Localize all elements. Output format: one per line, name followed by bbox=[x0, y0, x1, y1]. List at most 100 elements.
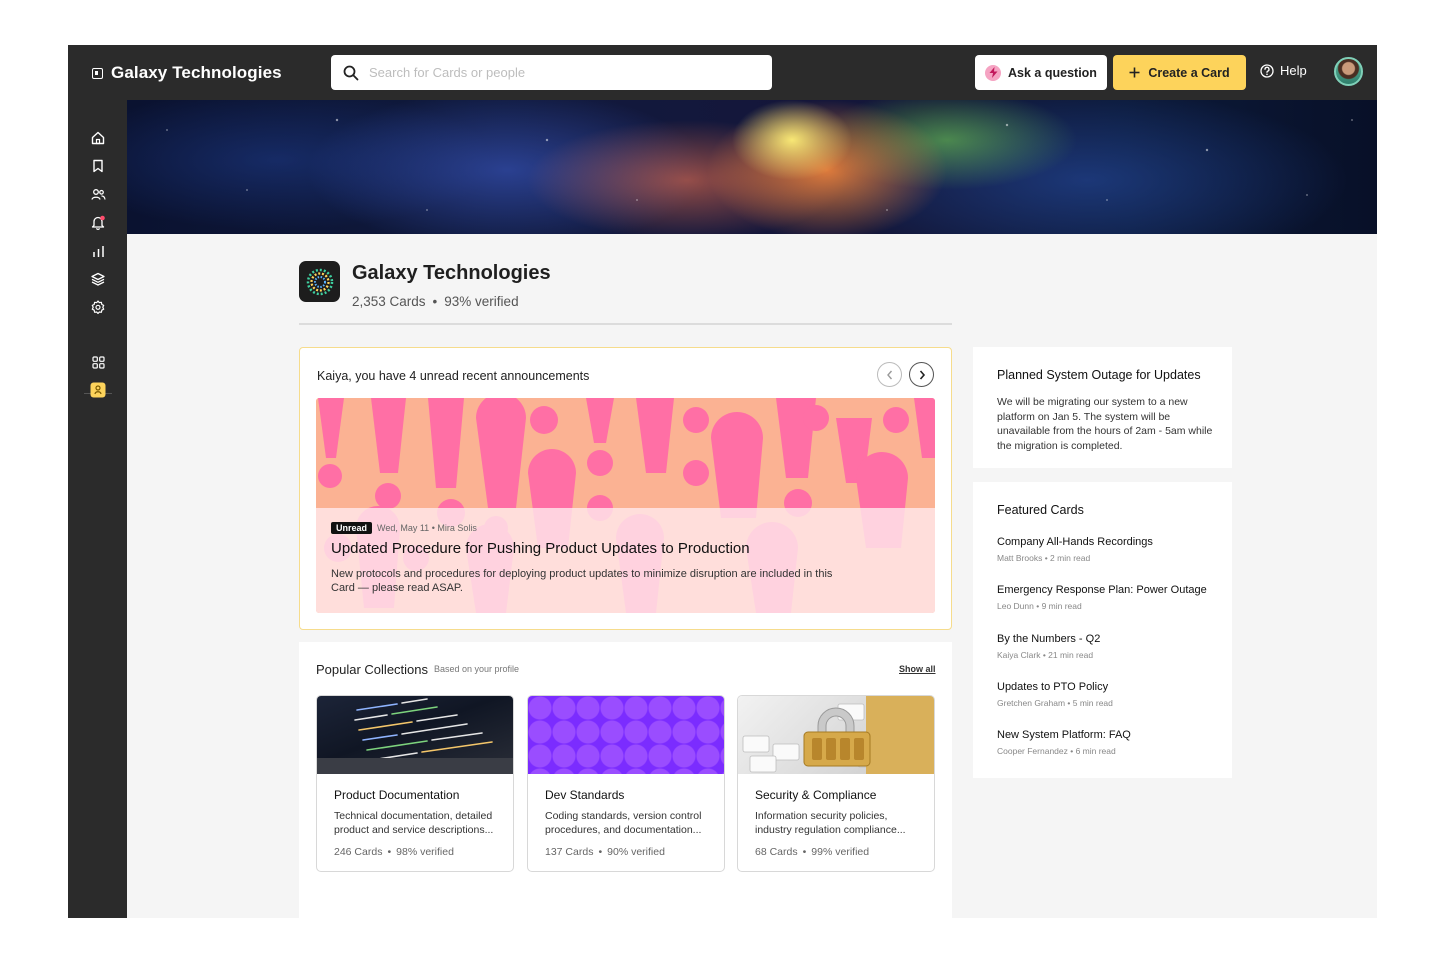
meta-separator: • bbox=[387, 846, 392, 858]
user-avatar[interactable] bbox=[1334, 57, 1363, 86]
collection-description-line: procedures, and documentation... bbox=[545, 824, 702, 836]
announcement-body: New protocols and procedures for deployi… bbox=[331, 568, 833, 594]
popular-collections: Popular Collections Based on your profil… bbox=[299, 642, 952, 918]
next-announcement-button[interactable] bbox=[909, 362, 934, 387]
collection-description-line: Information security policies, bbox=[755, 810, 888, 822]
collection-description-line: Coding standards, version control bbox=[545, 810, 702, 822]
meta-separator: • bbox=[598, 846, 603, 858]
outage-notice[interactable]: Planned System Outage for Updates We wil… bbox=[973, 347, 1232, 468]
sidebar-toggle-icon[interactable] bbox=[92, 67, 103, 79]
collection-name: Dev Standards bbox=[545, 788, 625, 802]
ask-question-button[interactable]: Ask a question bbox=[975, 55, 1107, 90]
collection-name: Security & Compliance bbox=[755, 788, 877, 802]
featured-card-item[interactable]: Emergency Response Plan: Power Outage Le… bbox=[997, 584, 1207, 611]
search-bar[interactable] bbox=[331, 55, 772, 90]
collection-description-line: product and service descriptions... bbox=[334, 824, 494, 836]
plus-icon bbox=[1129, 67, 1140, 78]
company-card-count: 2,353 Cards bbox=[352, 294, 426, 309]
help-button[interactable]: Help bbox=[1260, 63, 1307, 78]
announcements-title: Kaiya, you have 4 unread recent announce… bbox=[317, 369, 590, 383]
outage-title: Planned System Outage for Updates bbox=[997, 368, 1201, 382]
hero-banner bbox=[127, 100, 1377, 234]
collection-name: Product Documentation bbox=[334, 788, 460, 802]
collection-meta: 68 Cards • 99% verified bbox=[755, 846, 869, 858]
collection-description: Technical documentation, detailed produc… bbox=[334, 809, 504, 837]
collection-card-count: 68 Cards bbox=[755, 846, 798, 858]
announcements-panel: Kaiya, you have 4 unread recent announce… bbox=[299, 347, 952, 630]
collection-card-count: 246 Cards bbox=[334, 846, 383, 858]
collection-verified: 90% verified bbox=[607, 846, 665, 858]
lightning-icon bbox=[985, 64, 1002, 81]
featured-card-item[interactable]: Updates to PTO Policy Gretchen Graham • … bbox=[997, 681, 1113, 708]
meta-separator: • bbox=[802, 846, 807, 858]
layers-icon[interactable] bbox=[90, 271, 106, 287]
collection-description-line: Technical documentation, detailed bbox=[334, 810, 493, 822]
collection-image-purple-pattern bbox=[528, 696, 724, 774]
chevron-right-icon bbox=[919, 369, 925, 380]
create-card-label: Create a Card bbox=[1148, 65, 1230, 80]
help-label: Help bbox=[1280, 63, 1307, 78]
brand-name: Galaxy Technologies bbox=[111, 63, 282, 82]
meta-separator: • bbox=[432, 294, 438, 309]
sidebar bbox=[68, 100, 127, 918]
ask-question-label: Ask a question bbox=[1008, 65, 1097, 80]
help-icon bbox=[1260, 63, 1274, 78]
create-card-button[interactable]: Create a Card bbox=[1113, 55, 1246, 90]
featured-card-meta: Cooper Fernandez • 6 min read bbox=[997, 746, 1116, 756]
company-info: Galaxy Technologies 2,353 Cards • 93% ve… bbox=[352, 261, 551, 309]
apps-grid-icon[interactable] bbox=[90, 354, 106, 370]
collection-description: Coding standards, version control proced… bbox=[545, 809, 715, 837]
featured-card-item[interactable]: Company All-Hands Recordings Matt Brooks… bbox=[997, 536, 1153, 563]
announcement-headline[interactable]: Updated Procedure for Pushing Product Up… bbox=[331, 540, 750, 557]
home-icon[interactable] bbox=[90, 130, 106, 146]
collection-card-security-compliance[interactable]: Security & Compliance Information securi… bbox=[737, 695, 935, 872]
unread-badge: Unread bbox=[331, 522, 373, 534]
featured-card-title: Updates to PTO Policy bbox=[997, 681, 1109, 693]
collection-description-line: industry regulation compliance... bbox=[755, 824, 906, 836]
collection-description: Information security policies, industry … bbox=[755, 809, 925, 837]
company-verified: 93% verified bbox=[444, 294, 519, 309]
brand[interactable]: Galaxy Technologies bbox=[92, 63, 282, 83]
top-bar: Galaxy Technologies Ask a question Creat… bbox=[68, 45, 1377, 100]
search-icon bbox=[343, 65, 359, 80]
company-header: Galaxy Technologies 2,353 Cards • 93% ve… bbox=[299, 261, 551, 309]
featured-card-item[interactable]: New System Platform: FAQ Cooper Fernande… bbox=[997, 729, 1131, 756]
featured-card-meta: Gretchen Graham • 5 min read bbox=[997, 698, 1113, 708]
featured-card-item[interactable]: By the Numbers - Q2 Kaiya Clark • 21 min… bbox=[997, 633, 1100, 660]
featured-card-title: Emergency Response Plan: Power Outage bbox=[997, 584, 1207, 596]
announcement-overlay: Unread Wed, May 11 • Mira Solis Updated … bbox=[316, 508, 935, 613]
featured-cards: Featured Cards Company All-Hands Recordi… bbox=[973, 482, 1232, 778]
header-divider bbox=[299, 323, 952, 325]
collection-meta: 246 Cards • 98% verified bbox=[334, 846, 454, 858]
company-name: Galaxy Technologies bbox=[352, 262, 551, 284]
announcement-meta: Wed, May 11 • Mira Solis bbox=[377, 523, 477, 533]
bell-icon[interactable] bbox=[90, 214, 106, 230]
featured-card-title: By the Numbers - Q2 bbox=[997, 633, 1101, 645]
integration-icon[interactable] bbox=[90, 382, 106, 398]
collection-meta: 137 Cards • 90% verified bbox=[545, 846, 665, 858]
collection-verified: 98% verified bbox=[396, 846, 454, 858]
previous-announcement-button[interactable] bbox=[877, 362, 902, 387]
collection-card-dev-standards[interactable]: Dev Standards Coding standards, version … bbox=[527, 695, 725, 872]
collection-card-product-documentation[interactable]: Product Documentation Technical document… bbox=[316, 695, 514, 872]
settings-icon[interactable] bbox=[90, 299, 106, 315]
announcement-card[interactable]: Unread Wed, May 11 • Mira Solis Updated … bbox=[316, 398, 935, 613]
company-meta: 2,353 Cards • 93% verified bbox=[352, 294, 551, 309]
collection-card-count: 137 Cards bbox=[545, 846, 594, 858]
featured-card-meta: Matt Brooks • 2 min read bbox=[997, 553, 1091, 563]
featured-card-title: Company All-Hands Recordings bbox=[997, 536, 1153, 548]
collection-image-code-screen bbox=[317, 696, 513, 774]
analytics-icon[interactable] bbox=[90, 243, 106, 259]
people-icon[interactable] bbox=[90, 186, 106, 202]
search-input[interactable] bbox=[369, 65, 759, 80]
popular-collections-subtitle: Based on your profile bbox=[434, 664, 520, 674]
app-window: Galaxy Technologies Ask a question Creat… bbox=[68, 45, 1377, 918]
collection-verified: 99% verified bbox=[811, 846, 870, 858]
collection-image-padlock bbox=[738, 696, 934, 774]
featured-card-meta: Leo Dunn • 9 min read bbox=[997, 601, 1082, 611]
featured-card-meta: Kaiya Clark • 21 min read bbox=[997, 650, 1094, 660]
show-all-link[interactable]: Show all bbox=[899, 664, 936, 674]
chevron-left-icon bbox=[886, 370, 892, 379]
hero-stars bbox=[127, 100, 1377, 234]
bookmark-icon[interactable] bbox=[90, 158, 106, 174]
